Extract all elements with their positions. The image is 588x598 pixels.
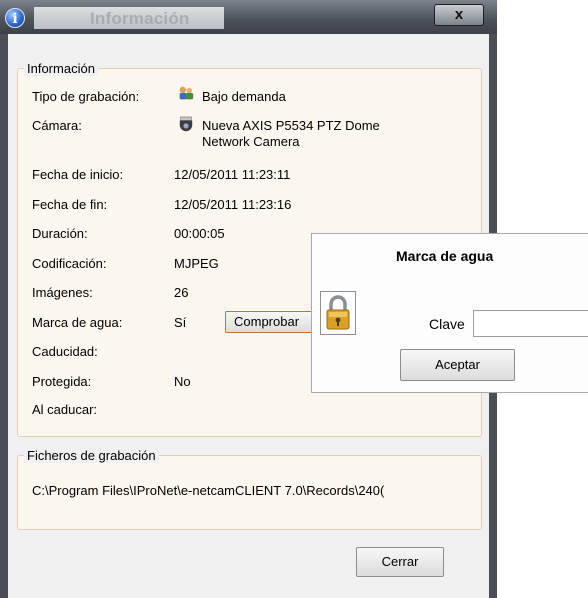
protected-value: No [174, 374, 191, 389]
title-bar[interactable]: i Información x [0, 0, 497, 34]
close-button[interactable]: Cerrar [356, 547, 444, 577]
recording-file-path: C:\Program Files\IProNet\e-netcamCLIENT … [32, 483, 385, 498]
files-group-title: Ficheros de grabación [24, 448, 159, 463]
duration-label: Duración: [32, 226, 88, 241]
camera-label: Cámara: [32, 118, 82, 133]
watermark-popup: Marca de agua Clave Aceptar [311, 233, 588, 393]
popup-title: Marca de agua [396, 248, 494, 264]
key-input[interactable] [473, 310, 588, 337]
padlock-icon [320, 291, 356, 335]
images-label: Imágenes: [32, 285, 93, 300]
info-icon: i [5, 8, 25, 28]
recording-type-label: Tipo de grabación: [32, 89, 140, 104]
watermark-value: Sí [174, 315, 187, 330]
dome-camera-icon [179, 116, 193, 132]
accept-button[interactable]: Aceptar [400, 349, 515, 381]
watermark-label: Marca de agua: [32, 315, 123, 330]
padlock-graphic [326, 295, 350, 330]
protected-label: Protegida: [32, 374, 92, 389]
camera-value-line2: Network Camera [202, 134, 300, 149]
encoding-label: Codificación: [32, 256, 107, 271]
recording-people-icon [179, 86, 194, 100]
window-title: Información [90, 9, 190, 28]
end-date-label: Fecha de fin: [32, 197, 108, 212]
key-label: Clave [429, 316, 465, 332]
duration-value: 00:00:05 [174, 226, 225, 241]
accept-button-label: Aceptar [435, 357, 480, 372]
on-expiry-label: Al caducar: [32, 402, 98, 417]
start-date-value: 12/05/2011 11:23:11 [174, 167, 291, 182]
images-value: 26 [174, 285, 189, 300]
encoding-value: MJPEG [174, 256, 219, 271]
expiry-label: Caducidad: [32, 344, 98, 359]
info-group-title: Información [24, 61, 98, 76]
start-date-label: Fecha de inicio: [32, 167, 124, 182]
camera-value-line1: Nueva AXIS P5534 PTZ Dome [202, 118, 380, 133]
recording-type-value: Bajo demanda [202, 89, 286, 104]
close-window-button[interactable]: x [434, 4, 484, 26]
end-date-value: 12/05/2011 11:23:16 [174, 197, 292, 212]
